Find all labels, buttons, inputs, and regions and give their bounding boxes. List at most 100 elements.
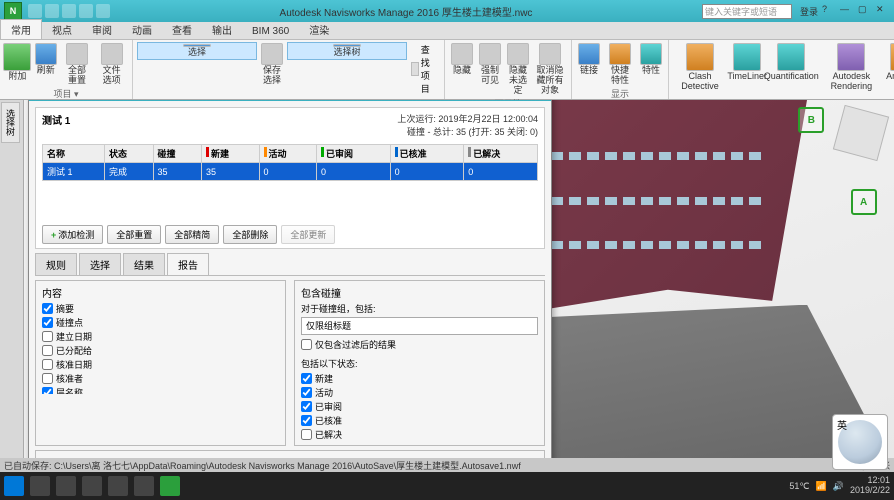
compact-all-button[interactable]: 全部精简	[165, 225, 219, 244]
clash-detective-panel: Clash Detective ✕ 测试 1 上次运行: 2019年2月22日 …	[28, 100, 552, 470]
reset-all-button[interactable]: 全部重置	[61, 42, 94, 87]
tab-view[interactable]: 查看	[162, 20, 202, 39]
timeliner-button[interactable]: TimeLiner	[729, 42, 765, 83]
unhide-all-button[interactable]: 取消隐藏所有对象	[533, 42, 567, 97]
group-project-label: 项目 ▾	[4, 87, 128, 100]
windows-taskbar[interactable]: 51℃ 📶 🔊 12:01 2019/2/22	[0, 472, 894, 500]
login-link[interactable]: 登录	[800, 5, 818, 18]
tab-review[interactable]: 审阅	[82, 20, 122, 39]
minimize-icon[interactable]: —	[840, 4, 854, 18]
tab-home[interactable]: 常用	[0, 19, 42, 39]
task-app-icon[interactable]	[134, 476, 154, 496]
subtab-report[interactable]: 报告	[167, 253, 209, 275]
content-checkbox[interactable]	[42, 373, 53, 384]
status-checklist: 新建活动已审阅已核准已解决	[301, 372, 538, 441]
require-button[interactable]: 强制可见	[477, 42, 503, 87]
animator-button[interactable]: Animator	[887, 42, 894, 83]
marker-b[interactable]: B	[798, 107, 824, 133]
table-row[interactable]: 测试 1完成 3535 00 00	[43, 163, 538, 181]
content-checkbox[interactable]	[42, 359, 53, 370]
links-button[interactable]: 链接	[576, 42, 602, 77]
qat-open-icon[interactable]	[45, 4, 59, 18]
content-checkbox[interactable]	[42, 317, 53, 328]
viewcube[interactable]	[833, 105, 889, 161]
refresh-button[interactable]: 刷新	[33, 42, 59, 77]
delete-all-button[interactable]: 全部删除	[223, 225, 277, 244]
find-items-button[interactable]: 查找项目	[409, 42, 440, 96]
tab-render[interactable]: 渲染	[299, 20, 339, 39]
content-checkbox[interactable]	[42, 345, 53, 356]
clash-tests-table: 名称 状态 碰撞 新建 活动 已审阅 已核准 已解决 测试 1完成 3535	[42, 144, 538, 181]
subtab-rules[interactable]: 规则	[35, 253, 77, 275]
quantification-button[interactable]: Quantification	[767, 42, 815, 83]
close-icon[interactable]: ✕	[876, 4, 890, 18]
tray-temp[interactable]: 51℃	[789, 481, 809, 492]
status-checkbox[interactable]	[301, 373, 312, 384]
qat-undo-icon[interactable]	[79, 4, 93, 18]
last-run-time: 2019年2月22日 12:00:04	[438, 114, 538, 124]
include-title: 包含碰撞	[301, 285, 538, 300]
start-button[interactable]	[4, 476, 24, 496]
filter-only-checkbox[interactable]	[301, 339, 312, 350]
ime-avatar[interactable]: 英	[832, 414, 888, 470]
help-search-input[interactable]: 键入关键字或短语	[702, 4, 792, 19]
help-icon[interactable]: ?	[822, 4, 836, 18]
task-app-icon[interactable]	[108, 476, 128, 496]
qat-save-icon[interactable]	[62, 4, 76, 18]
hide-button[interactable]: 隐藏	[449, 42, 475, 77]
ribbon: 附加 刷新 全部重置 文件选项 项目 ▾ 选择 保存选择 选择树 查找项目 快速…	[0, 40, 894, 100]
status-checkbox[interactable]	[301, 387, 312, 398]
select-button[interactable]: 选择	[137, 42, 257, 60]
workspace: 选择树 B A Clash Detective ✕ 测试 1	[0, 100, 894, 472]
tray-sound-icon[interactable]: 🔊	[833, 481, 844, 492]
tray-date[interactable]: 2019/2/22	[850, 486, 890, 496]
append-button[interactable]: 附加	[4, 42, 31, 83]
qat-new-icon[interactable]	[28, 4, 42, 18]
app-logo: N	[4, 2, 22, 20]
selection-tree-tab[interactable]: 选择树	[1, 102, 20, 143]
autosave-path: 已自动保存: C:\Users\离 洛七七\AppData\Roaming\Au…	[4, 459, 521, 472]
qat-redo-icon[interactable]	[96, 4, 110, 18]
tab-bim360[interactable]: BIM 360	[242, 24, 299, 39]
group-display-label: 显示	[576, 87, 664, 100]
task-navisworks-icon[interactable]	[160, 476, 180, 496]
content-checkbox[interactable]	[42, 303, 53, 314]
select-tree-button[interactable]: 选择树	[287, 42, 407, 60]
quick-access-toolbar[interactable]	[28, 4, 110, 18]
tab-output[interactable]: 输出	[202, 20, 242, 39]
content-title: 内容	[42, 285, 279, 300]
hide-unselected-button[interactable]: 隐藏未选定	[505, 42, 531, 97]
left-dock: 选择树	[0, 100, 24, 472]
tray-wifi-icon[interactable]: 📶	[816, 481, 827, 492]
subtab-results[interactable]: 结果	[123, 253, 165, 275]
task-app-icon[interactable]	[82, 476, 102, 496]
search-icon	[411, 62, 419, 76]
content-checkbox[interactable]	[42, 387, 53, 394]
status-checkbox[interactable]	[301, 401, 312, 412]
save-selection-button[interactable]: 保存选择	[259, 42, 285, 87]
content-checklist: 摘要碰撞点建立日期已分配给核准日期核准者层名称项目路径项目 ID	[42, 302, 279, 394]
update-all-button[interactable]: 全部更新	[281, 225, 335, 244]
tab-viewpoint[interactable]: 视点	[42, 20, 82, 39]
add-test-button[interactable]: 添加检测	[42, 225, 103, 244]
status-checkbox[interactable]	[301, 429, 312, 440]
include-group-select[interactable]: 仅限组标题	[301, 317, 538, 335]
file-options-button[interactable]: 文件选项	[95, 42, 128, 87]
subtab-select[interactable]: 选择	[79, 253, 121, 275]
content-checkbox[interactable]	[42, 331, 53, 342]
reset-all-button[interactable]: 全部重置	[107, 225, 161, 244]
rendering-button[interactable]: Autodesk Rendering	[817, 42, 885, 93]
clash-detective-button[interactable]: Clash Detective	[673, 42, 727, 93]
task-explorer-icon[interactable]	[30, 476, 50, 496]
properties-button[interactable]: 特性	[638, 42, 664, 77]
marker-a[interactable]: A	[851, 189, 877, 215]
status-checkbox[interactable]	[301, 415, 312, 426]
maximize-icon[interactable]: ▢	[858, 4, 872, 18]
quick-props-button[interactable]: 快捷特性	[604, 42, 636, 87]
3d-viewport[interactable]: B A Clash Detective ✕ 测试 1 上次运行: 2019年2月…	[24, 100, 894, 472]
clash-summary: 碰撞 - 总计: 35 (打开: 35 关闭: 0)	[397, 125, 538, 138]
tab-animation[interactable]: 动画	[122, 20, 162, 39]
task-browser-icon[interactable]	[56, 476, 76, 496]
statusbar: 已自动保存: C:\Users\离 洛七七\AppData\Roaming\Au…	[0, 458, 894, 472]
titlebar: N Autodesk Navisworks Manage 2016 厚生楼土建模…	[0, 0, 894, 22]
